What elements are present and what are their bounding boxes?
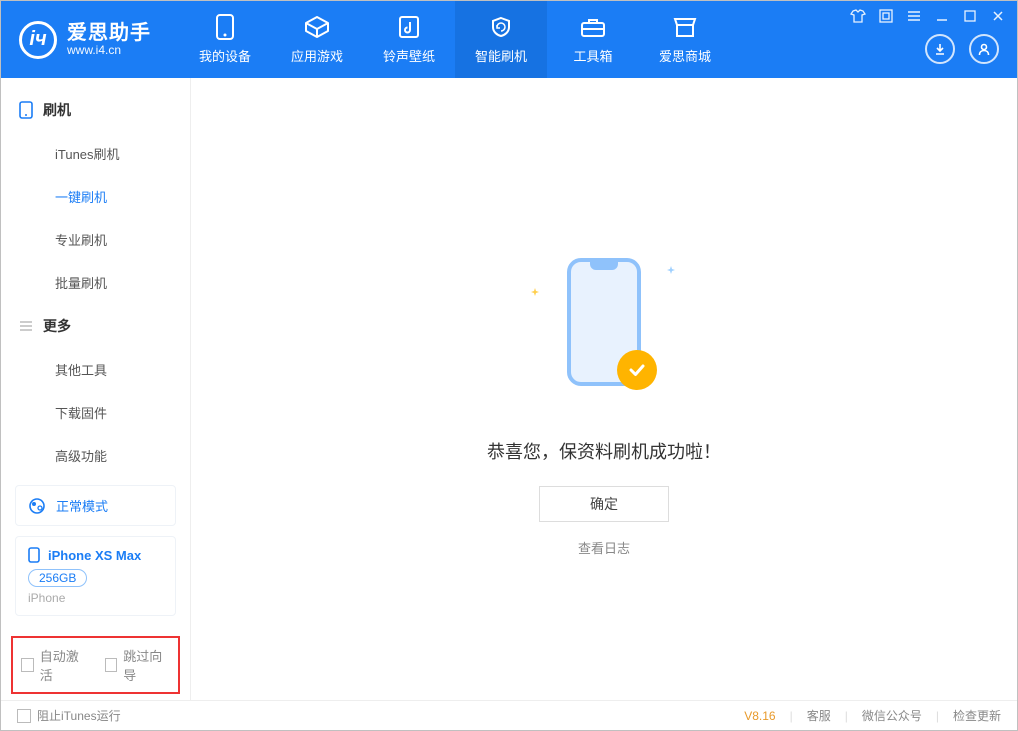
download-button[interactable] [925, 34, 955, 64]
nav-label: 爱思商城 [659, 46, 711, 65]
sidebar-item-oneclick-flash[interactable]: 一键刷机 [1, 175, 190, 218]
music-file-icon [396, 14, 422, 40]
sidebar-item-pro-flash[interactable]: 专业刷机 [1, 218, 190, 261]
header-right-buttons [925, 34, 999, 64]
nav-store[interactable]: 爱思商城 [639, 1, 731, 78]
sidebar-item-batch-flash[interactable]: 批量刷机 [1, 261, 190, 304]
check-badge-icon [617, 350, 657, 390]
group-title: 刷机 [43, 100, 71, 120]
view-log-link[interactable]: 查看日志 [578, 538, 630, 557]
top-nav: 我的设备 应用游戏 铃声壁纸 智能刷机 [179, 1, 731, 78]
toolbox-icon [580, 14, 606, 40]
checkbox-icon [21, 658, 34, 672]
maximize-icon[interactable] [961, 7, 979, 25]
footer: 阻止iTunes运行 V8.16 | 客服 | 微信公众号 | 检查更新 [1, 700, 1017, 730]
app-name: 爱思助手 [67, 22, 151, 44]
store-icon [672, 14, 698, 40]
checkbox-stop-itunes[interactable]: 阻止iTunes运行 [17, 707, 121, 724]
list-icon [19, 320, 33, 332]
nav-label: 工具箱 [573, 46, 612, 65]
sidebar-group-flash: 刷机 [1, 88, 190, 132]
checkbox-label: 自动激活 [40, 646, 87, 684]
sidebar-item-other-tools[interactable]: 其他工具 [1, 348, 190, 391]
phone-icon [19, 101, 33, 119]
sidebar: 刷机 iTunes刷机 一键刷机 专业刷机 批量刷机 更多 其他工具 下载固件 … [1, 78, 191, 700]
ok-button[interactable]: 确定 [539, 486, 669, 522]
device-icon [212, 14, 238, 40]
nav-toolbox[interactable]: 工具箱 [547, 1, 639, 78]
sparkle-icon [531, 288, 539, 296]
footer-support-link[interactable]: 客服 [807, 707, 831, 724]
nav-ringtone-wallpaper[interactable]: 铃声壁纸 [363, 1, 455, 78]
device-type: iPhone [28, 591, 163, 605]
sparkle-icon [667, 266, 675, 274]
version-label: V8.16 [744, 709, 775, 723]
refresh-shield-icon [488, 14, 514, 40]
logo-icon: iч [19, 21, 57, 59]
device-storage: 256GB [28, 569, 87, 587]
header: iч 爱思助手 www.i4.cn 我的设备 应用游戏 [1, 1, 1017, 78]
sidebar-group-more: 更多 [1, 304, 190, 348]
nav-apps-games[interactable]: 应用游戏 [271, 1, 363, 78]
mode-card[interactable]: 正常模式 [15, 485, 176, 526]
mode-label: 正常模式 [56, 496, 108, 515]
success-illustration [529, 258, 679, 408]
logo: iч 爱思助手 www.i4.cn [1, 21, 169, 59]
device-name: iPhone XS Max [48, 548, 141, 563]
nav-my-device[interactable]: 我的设备 [179, 1, 271, 78]
close-icon[interactable] [989, 7, 1007, 25]
nav-label: 铃声壁纸 [383, 46, 435, 65]
checkbox-skip-guide[interactable]: 跳过向导 [105, 646, 171, 684]
checkbox-icon [105, 658, 118, 672]
menu-icon[interactable] [905, 7, 923, 25]
checkbox-auto-activate[interactable]: 自动激活 [21, 646, 87, 684]
checkbox-icon [17, 709, 31, 723]
user-button[interactable] [969, 34, 999, 64]
device-card[interactable]: iPhone XS Max 256GB iPhone [15, 536, 176, 616]
main-content: 恭喜您，保资料刷机成功啦！ 确定 查看日志 [191, 78, 1017, 700]
titlebar-controls [849, 7, 1007, 25]
mode-icon [28, 497, 46, 515]
nav-label: 智能刷机 [475, 46, 527, 65]
sidebar-item-itunes-flash[interactable]: iTunes刷机 [1, 132, 190, 175]
checkbox-label: 阻止iTunes运行 [37, 707, 121, 724]
cube-icon [304, 14, 330, 40]
nav-label: 我的设备 [199, 46, 251, 65]
tshirt-icon[interactable] [849, 7, 867, 25]
footer-check-update-link[interactable]: 检查更新 [953, 707, 1001, 724]
footer-wechat-link[interactable]: 微信公众号 [862, 707, 922, 724]
success-message: 恭喜您，保资料刷机成功啦！ [487, 438, 721, 464]
nav-smart-flash[interactable]: 智能刷机 [455, 1, 547, 78]
app-url: www.i4.cn [67, 44, 151, 57]
nav-label: 应用游戏 [291, 46, 343, 65]
sidebar-item-advanced[interactable]: 高级功能 [1, 434, 190, 477]
feedback-icon[interactable] [877, 7, 895, 25]
app-window: iч 爱思助手 www.i4.cn 我的设备 应用游戏 [0, 0, 1018, 731]
minimize-icon[interactable] [933, 7, 951, 25]
body: 刷机 iTunes刷机 一键刷机 专业刷机 批量刷机 更多 其他工具 下载固件 … [1, 78, 1017, 700]
device-small-icon [28, 547, 40, 563]
checkbox-label: 跳过向导 [123, 646, 170, 684]
group-title: 更多 [43, 316, 71, 336]
sidebar-item-download-firmware[interactable]: 下载固件 [1, 391, 190, 434]
flash-options-highlight: 自动激活 跳过向导 [11, 636, 180, 694]
sidebar-lower: 正常模式 iPhone XS Max 256GB iPhone [1, 485, 190, 636]
